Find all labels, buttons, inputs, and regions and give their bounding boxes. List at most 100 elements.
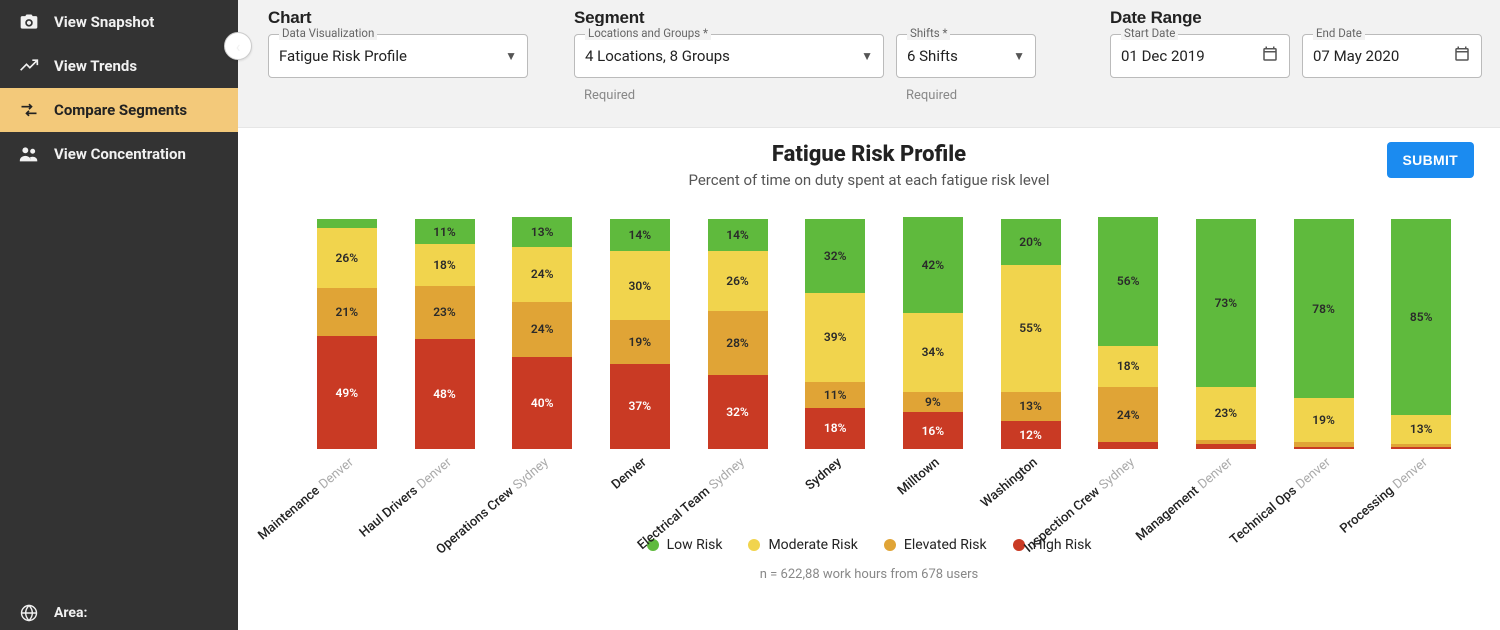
chart-area: 49%21%26%48%23%18%11%40%24%24%13%37%19%3… bbox=[298, 219, 1470, 533]
bar-segment-elevated: 9% bbox=[903, 392, 963, 413]
bar-segment-elevated: 21% bbox=[317, 288, 377, 336]
chart-select-value: Fatigue Risk Profile bbox=[279, 47, 495, 65]
bar-column: 19%78% bbox=[1275, 219, 1373, 449]
bar-segment-moderate: 26% bbox=[317, 228, 377, 288]
bar-stack: 18%11%39%32% bbox=[805, 219, 865, 449]
sidebar-collapse-button[interactable]: ‹ bbox=[224, 32, 252, 60]
bar-segment-low bbox=[317, 219, 377, 228]
chart-legend: Low Risk Moderate Risk Elevated Risk Hig… bbox=[238, 537, 1500, 553]
chart-subtitle: Percent of time on duty spent at each fa… bbox=[238, 171, 1500, 189]
bar-segment-high bbox=[1098, 442, 1158, 449]
bar-segment-moderate: 55% bbox=[1001, 265, 1061, 392]
bar-column: 37%19%30%14% bbox=[591, 219, 689, 449]
bar-stack: 32%28%26%14% bbox=[708, 219, 768, 449]
bar-column: 12%13%55%20% bbox=[982, 219, 1080, 449]
bar-segment-moderate: 34% bbox=[903, 313, 963, 391]
bar-segment-elevated: 19% bbox=[610, 320, 670, 364]
date-range-title: Date Range bbox=[1110, 8, 1482, 28]
bar-segment-low: 11% bbox=[415, 219, 475, 244]
sidebar-item-label: View Concentration bbox=[54, 145, 186, 163]
bar-column: 40%24%24%13% bbox=[493, 217, 591, 449]
bar-segment-low: 73% bbox=[1196, 219, 1256, 387]
bar-segment-moderate: 24% bbox=[512, 247, 572, 302]
bar-column: 18%11%39%32% bbox=[786, 219, 884, 449]
bar-stack: 49%21%26% bbox=[317, 219, 377, 449]
bar-segment-moderate: 13% bbox=[1391, 415, 1451, 445]
bar-column: 24%18%56% bbox=[1079, 217, 1177, 449]
bar-segment-moderate: 39% bbox=[805, 293, 865, 383]
sidebar: ‹ View Snapshot View Trends Compare Segm… bbox=[0, 0, 238, 630]
submit-button[interactable]: SUBMIT bbox=[1387, 142, 1474, 178]
x-label: Sydney bbox=[786, 455, 884, 533]
bar-stack: 13%85% bbox=[1391, 219, 1451, 449]
bar-segment-high bbox=[1391, 447, 1451, 449]
bar-segment-elevated: 13% bbox=[1001, 392, 1061, 422]
bar-segment-elevated: 23% bbox=[415, 286, 475, 339]
start-date-input[interactable]: Start Date 01 Dec 2019 bbox=[1110, 34, 1290, 78]
bar-segment-low: 85% bbox=[1391, 219, 1451, 415]
bar-column: 48%23%18%11% bbox=[396, 219, 494, 449]
bar-column: 32%28%26%14% bbox=[689, 219, 787, 449]
start-date-label: Start Date bbox=[1121, 26, 1178, 40]
bar-segment-elevated: 11% bbox=[805, 382, 865, 407]
sidebar-item-snapshot[interactable]: View Snapshot bbox=[0, 0, 238, 44]
bar-segment-high: 37% bbox=[610, 364, 670, 449]
bar-stack: 48%23%18%11% bbox=[415, 219, 475, 449]
bar-segment-moderate: 19% bbox=[1294, 398, 1354, 442]
bar-stack: 37%19%30%14% bbox=[610, 219, 670, 449]
legend-dot-elevated bbox=[884, 539, 896, 551]
bar-segment-low: 78% bbox=[1294, 219, 1354, 398]
bar-segment-moderate: 26% bbox=[708, 251, 768, 311]
bar-segment-high: 12% bbox=[1001, 421, 1061, 449]
sidebar-item-label: View Trends bbox=[54, 57, 137, 75]
sidebar-item-concentration[interactable]: View Concentration bbox=[0, 132, 238, 176]
bar-column: 16%9%34%42% bbox=[884, 217, 982, 449]
shifts-select-label: Shifts * bbox=[907, 26, 950, 40]
end-date-input[interactable]: End Date 07 May 2020 bbox=[1302, 34, 1482, 78]
bar-segment-low: 56% bbox=[1098, 217, 1158, 346]
bar-segment-elevated: 24% bbox=[512, 302, 572, 357]
legend-item-elevated: Elevated Risk bbox=[884, 537, 987, 553]
camera-icon bbox=[18, 11, 40, 33]
legend-dot-moderate bbox=[748, 539, 760, 551]
filter-bar: Chart Data Visualization Fatigue Risk Pr… bbox=[238, 0, 1500, 128]
main: Chart Data Visualization Fatigue Risk Pr… bbox=[238, 0, 1500, 630]
people-icon bbox=[18, 143, 40, 165]
bar-chart: 49%21%26%48%23%18%11%40%24%24%13%37%19%3… bbox=[298, 219, 1470, 449]
bar-stack: 24%18%56% bbox=[1098, 217, 1158, 449]
x-label: ProcessingDenver bbox=[1372, 455, 1470, 533]
chart-filter-title: Chart bbox=[268, 8, 548, 28]
compare-icon bbox=[18, 99, 40, 121]
sidebar-area[interactable]: Area: bbox=[0, 602, 238, 630]
end-date-value: 07 May 2020 bbox=[1313, 47, 1453, 65]
shifts-select[interactable]: Shifts * 6 Shifts ▼ bbox=[896, 34, 1036, 78]
bar-segment-low: 32% bbox=[805, 219, 865, 293]
bar-segment-moderate: 23% bbox=[1196, 387, 1256, 440]
bar-column: 13%85% bbox=[1372, 219, 1470, 449]
trend-icon bbox=[18, 55, 40, 77]
globe-icon bbox=[18, 602, 40, 624]
content: SUBMIT Fatigue Risk Profile Percent of t… bbox=[238, 128, 1500, 582]
bar-segment-high: 48% bbox=[415, 339, 475, 449]
locations-select[interactable]: Locations and Groups * 4 Locations, 8 Gr… bbox=[574, 34, 884, 78]
chevron-down-icon: ▼ bbox=[505, 49, 517, 63]
shifts-required: Required bbox=[896, 88, 1036, 103]
segment-filter-title: Segment bbox=[574, 8, 1054, 28]
sidebar-item-trends[interactable]: View Trends bbox=[0, 44, 238, 88]
chart-select[interactable]: Data Visualization Fatigue Risk Profile … bbox=[268, 34, 528, 78]
sidebar-item-label: View Snapshot bbox=[54, 13, 154, 31]
bar-segment-moderate: 18% bbox=[1098, 346, 1158, 387]
sidebar-item-compare[interactable]: Compare Segments bbox=[0, 88, 238, 132]
calendar-icon bbox=[1261, 45, 1279, 67]
locations-required: Required bbox=[574, 88, 884, 103]
legend-item-moderate: Moderate Risk bbox=[748, 537, 857, 553]
bar-segment-low: 42% bbox=[903, 217, 963, 314]
locations-select-value: 4 Locations, 8 Groups bbox=[585, 47, 851, 65]
bar-segment-low: 14% bbox=[610, 219, 670, 251]
chart-footnote: n = 622,88 work hours from 678 users bbox=[238, 567, 1500, 582]
bar-stack: 19%78% bbox=[1294, 219, 1354, 449]
x-label: Milltown bbox=[884, 455, 982, 533]
bar-segment-high bbox=[1196, 444, 1256, 449]
bar-segment-moderate: 30% bbox=[610, 251, 670, 320]
x-axis-labels: MaintenanceDenverHaul DriversDenverOpera… bbox=[298, 455, 1470, 533]
